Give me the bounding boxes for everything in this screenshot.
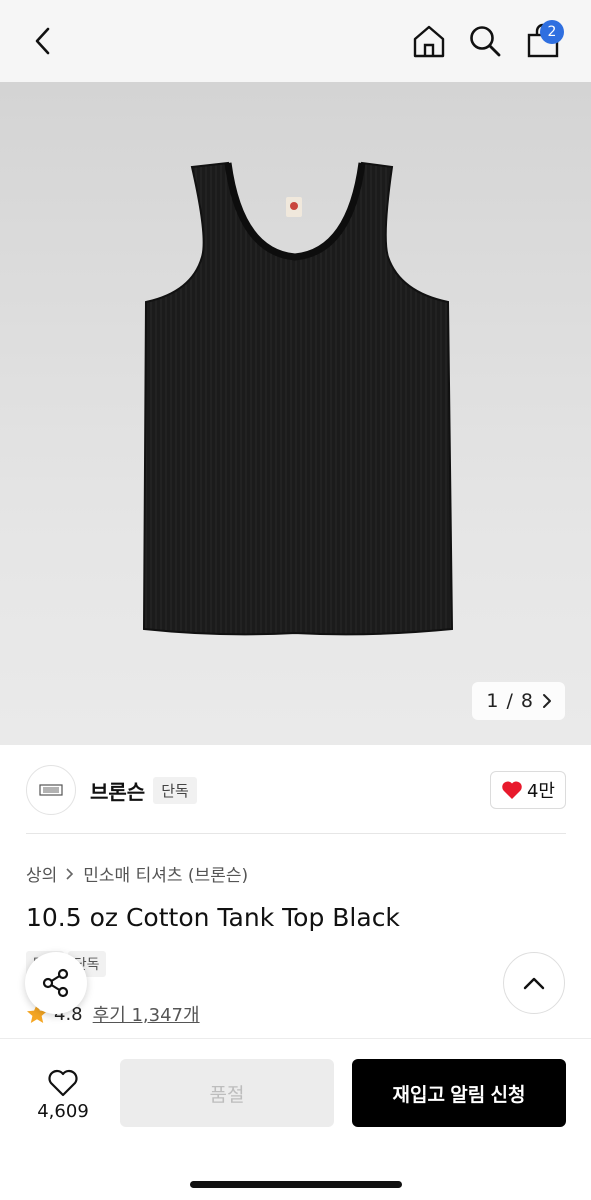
search-icon [470, 26, 501, 57]
brand-row[interactable]: 브론슨 단독 4만 [26, 762, 566, 818]
chevron-up-icon [523, 977, 545, 990]
review-link[interactable]: 후기 1,347개 [93, 1001, 200, 1027]
search-button[interactable] [462, 18, 508, 64]
heart-filled-icon [502, 781, 522, 799]
chevron-right-icon [543, 694, 551, 708]
scroll-to-top-button[interactable] [503, 952, 565, 1014]
share-button[interactable] [25, 952, 87, 1014]
soldout-button: 품절 [120, 1059, 334, 1127]
breadcrumb-subcategory[interactable]: 민소매 티셔츠 (브론슨) [83, 861, 248, 886]
home-indicator [190, 1181, 402, 1188]
brand-logo-mark [39, 784, 63, 796]
home-button[interactable] [406, 18, 452, 64]
breadcrumb-category[interactable]: 상의 [26, 861, 57, 886]
pager-separator: / [506, 690, 513, 712]
home-icon [413, 25, 445, 58]
heart-outline-icon [48, 1069, 78, 1096]
brand-like-button[interactable]: 4만 [489, 771, 566, 809]
bottom-purchase-bar: 4,609 품절 재입고 알림 신청 [0, 1038, 591, 1200]
cart-count-badge: 2 [540, 20, 564, 44]
product-image [142, 161, 454, 636]
share-icon [42, 968, 69, 998]
breadcrumb: 상의 민소매 티셔츠 (브론슨) [26, 861, 248, 886]
top-nav-bar: 2 [0, 0, 591, 82]
chevron-right-icon [66, 867, 74, 880]
divider [26, 833, 566, 834]
brand-name[interactable]: 브론슨 [90, 776, 145, 805]
exclusive-badge: 단독 [153, 776, 197, 804]
brand-logo[interactable] [26, 765, 76, 815]
back-arrow-icon [35, 27, 50, 55]
wishlist-button[interactable]: 4,609 [26, 1061, 100, 1129]
image-pager[interactable]: 1 / 8 [472, 682, 565, 720]
brand-like-count: 4만 [526, 781, 555, 802]
product-image-gallery[interactable]: 1 / 8 [0, 82, 591, 745]
pager-total: 8 [520, 690, 533, 712]
pager-current: 1 [486, 690, 499, 712]
product-title: 10.5 oz Cotton Tank Top Black [26, 903, 400, 932]
restock-alert-button[interactable]: 재입고 알림 신청 [352, 1059, 566, 1127]
wishlist-count: 4,609 [37, 1100, 89, 1122]
back-button[interactable] [20, 18, 66, 64]
